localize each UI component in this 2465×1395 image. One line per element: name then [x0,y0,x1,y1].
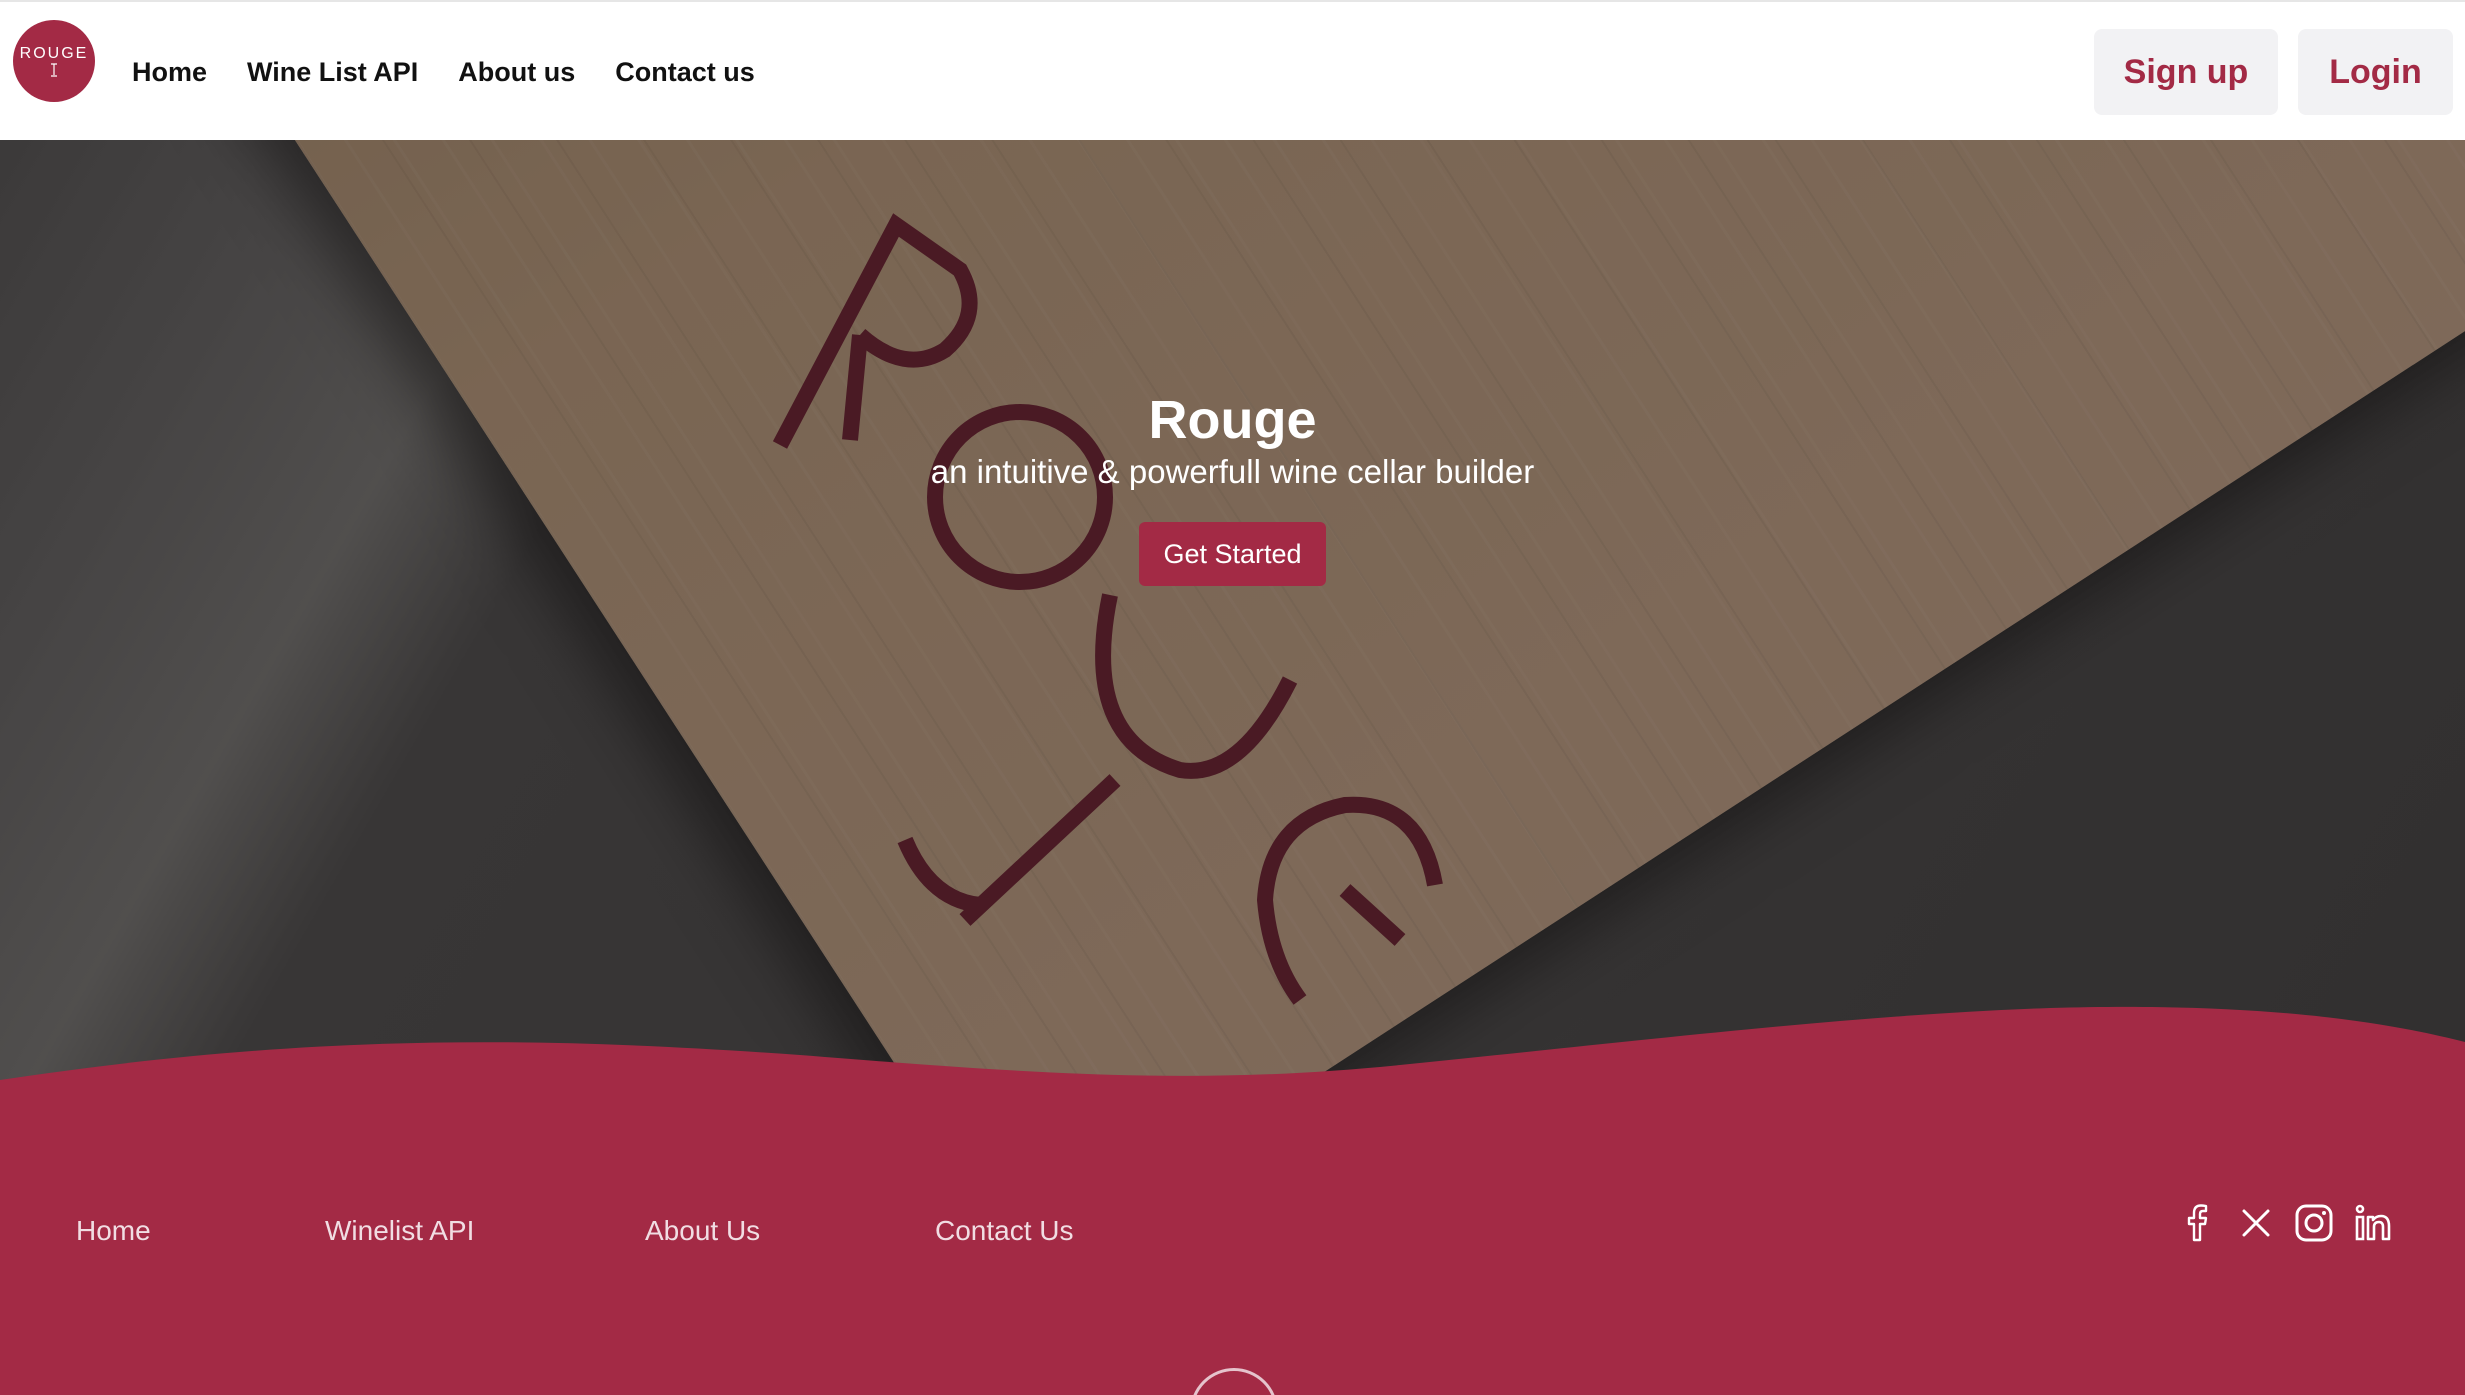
linkedin-icon[interactable] [2352,1202,2394,1244]
logo-text: ROUGE [19,44,89,62]
facebook-icon[interactable] [2176,1202,2218,1244]
wine-glass-icon [51,62,57,77]
hero-subtitle: an intuitive & powerfull wine cellar bui… [930,453,1535,490]
logo[interactable]: ROUGE [13,20,95,102]
main-nav: Home Wine List API About us Contact us [132,54,795,90]
login-button[interactable]: Login [2298,29,2453,115]
nav-about-us[interactable]: About us [458,54,575,90]
footer-link-contact-us[interactable]: Contact Us [935,1213,1074,1249]
footer-link-winelist-api[interactable]: Winelist API [325,1213,474,1249]
instagram-icon[interactable] [2293,1202,2335,1244]
footer-nav: Home Winelist API About Us Contact Us [0,1213,1200,1253]
nav-wine-list-api[interactable]: Wine List API [247,54,418,90]
x-icon[interactable] [2235,1202,2277,1244]
footer-link-about-us[interactable]: About Us [645,1213,760,1249]
hero-title: Rouge [1148,390,1317,450]
nav-home[interactable]: Home [132,54,207,90]
get-started-button[interactable]: Get Started [1139,522,1326,586]
hero-content: Rouge an intuitive & powerfull wine cell… [0,390,2465,586]
site-header: ROUGE Home Wine List API About us Contac… [0,0,2465,140]
nav-contact-us[interactable]: Contact us [615,54,755,90]
site-footer: Home Winelist API About Us Contact Us [0,1080,2465,1395]
footer-link-home[interactable]: Home [76,1213,151,1249]
footer-logo [1190,1368,1278,1395]
signup-button[interactable]: Sign up [2094,29,2278,115]
